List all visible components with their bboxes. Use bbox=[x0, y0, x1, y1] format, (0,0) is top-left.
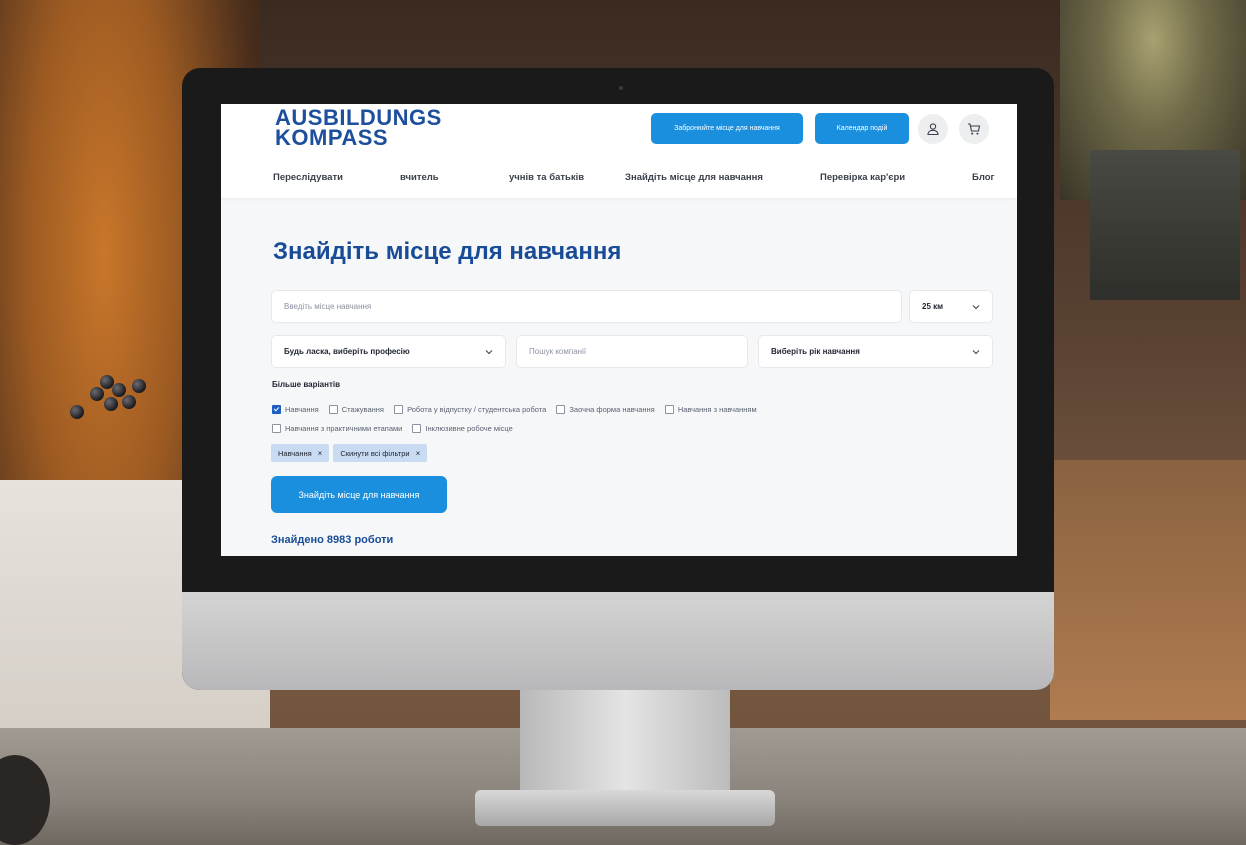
active-filters: Навчання × Скинути всі фільтри × bbox=[271, 444, 428, 462]
company-search-input[interactable]: Пошук компанії bbox=[516, 335, 748, 368]
results-count: Знайдено 8983 роботи bbox=[271, 534, 394, 546]
chevron-down-icon bbox=[972, 304, 980, 309]
cart-icon bbox=[968, 123, 981, 135]
filter-chip-training[interactable]: Навчання × bbox=[271, 444, 330, 462]
nav-item-blog[interactable]: Блог bbox=[972, 172, 995, 183]
user-icon bbox=[927, 123, 939, 136]
monitor-stand-foot bbox=[475, 790, 775, 826]
background-shelf bbox=[1050, 460, 1246, 720]
chip-label: Скинути всі фільтри bbox=[340, 448, 410, 458]
find-training-button[interactable]: Знайдіть місце для навчання bbox=[271, 476, 447, 513]
event-calendar-button[interactable]: Календар подій bbox=[815, 113, 909, 144]
nav-item-pursue[interactable]: Переслідувати bbox=[273, 172, 343, 183]
option-label: Робота у відпустку / студентська робота bbox=[407, 405, 547, 414]
option-inclusive-workplace[interactable]: Інклюзивне робоче місце bbox=[412, 420, 513, 437]
checkbox[interactable] bbox=[272, 405, 281, 414]
nav-item-find-training[interactable]: Знайдіть місце для навчання bbox=[625, 172, 763, 183]
option-label: Навчання bbox=[285, 405, 319, 414]
radius-value: 25 км bbox=[922, 302, 944, 311]
screen: AUSBILDUNGS KOMPASS Забронюйте місце для… bbox=[221, 104, 1017, 556]
checkbox[interactable] bbox=[328, 405, 338, 414]
option-label: Навчання з навчанням bbox=[677, 405, 757, 414]
site-header: AUSBILDUNGS KOMPASS Забронюйте місце для… bbox=[221, 104, 1017, 198]
monitor-chin bbox=[182, 592, 1054, 690]
logo-line-2: KOMPASS bbox=[275, 125, 389, 150]
company-placeholder: Пошук компанії bbox=[529, 347, 587, 356]
nav-item-teacher[interactable]: вчитель bbox=[400, 172, 439, 183]
option-label: Навчання з практичними етапами bbox=[285, 424, 403, 433]
option-part-time-study[interactable]: Заочна форма навчання bbox=[556, 401, 655, 418]
checkbox[interactable] bbox=[394, 405, 404, 414]
option-label: Стажування bbox=[341, 405, 384, 414]
profession-value: Будь ласка, виберіть професію bbox=[284, 347, 410, 356]
nav-item-students-parents[interactable]: учнів та батьків bbox=[509, 172, 584, 183]
location-placeholder: Введіть місце навчання bbox=[284, 302, 372, 311]
cart-button[interactable] bbox=[959, 114, 989, 144]
close-icon[interactable]: × bbox=[416, 449, 421, 458]
options-list: Навчання Стажування Робота у відпустку /… bbox=[272, 401, 972, 439]
option-holiday-job[interactable]: Робота у відпустку / студентська робота bbox=[394, 401, 546, 418]
camera-icon bbox=[619, 86, 623, 90]
year-select[interactable]: Виберіть рік навчання bbox=[758, 335, 993, 368]
background-berries bbox=[60, 365, 150, 425]
checkbox[interactable] bbox=[664, 405, 674, 414]
option-label: Інклюзивне робоче місце bbox=[425, 424, 513, 433]
site-logo[interactable]: AUSBILDUNGS KOMPASS bbox=[275, 107, 442, 150]
chip-label: Навчання bbox=[278, 448, 312, 458]
option-label: Заочна форма навчання bbox=[569, 405, 655, 414]
year-value: Виберіть рік навчання bbox=[771, 347, 860, 356]
radius-select[interactable]: 25 км bbox=[909, 290, 993, 323]
checkbox[interactable] bbox=[272, 424, 281, 433]
checkbox[interactable] bbox=[556, 405, 566, 414]
chevron-down-icon bbox=[972, 349, 980, 354]
profession-select[interactable]: Будь ласка, виберіть професію bbox=[271, 335, 506, 368]
option-training[interactable]: Навчання bbox=[272, 401, 319, 418]
background-pot bbox=[1090, 150, 1240, 300]
option-practical-study[interactable]: Навчання з практичними етапами bbox=[272, 420, 402, 437]
nav-item-career-check[interactable]: Перевірка кар'єри bbox=[820, 172, 905, 183]
book-training-button[interactable]: Забронюйте місце для навчання bbox=[651, 113, 803, 144]
option-internship[interactable]: Стажування bbox=[328, 401, 384, 418]
close-icon[interactable]: × bbox=[318, 449, 323, 458]
page-title: Знайдіть місце для навчання bbox=[273, 238, 622, 265]
location-input[interactable]: Введіть місце навчання bbox=[271, 290, 902, 323]
filter-chip-reset-all[interactable]: Скинути всі фільтри × bbox=[333, 444, 428, 462]
main-nav: Переслідувати вчитель учнів та батьків З… bbox=[273, 172, 995, 186]
more-options-label: Більше варіантів bbox=[272, 380, 341, 389]
chevron-down-icon bbox=[485, 349, 493, 354]
option-dual-study[interactable]: Навчання з навчанням bbox=[664, 401, 757, 418]
checkbox[interactable] bbox=[412, 424, 422, 433]
account-button[interactable] bbox=[918, 114, 948, 144]
